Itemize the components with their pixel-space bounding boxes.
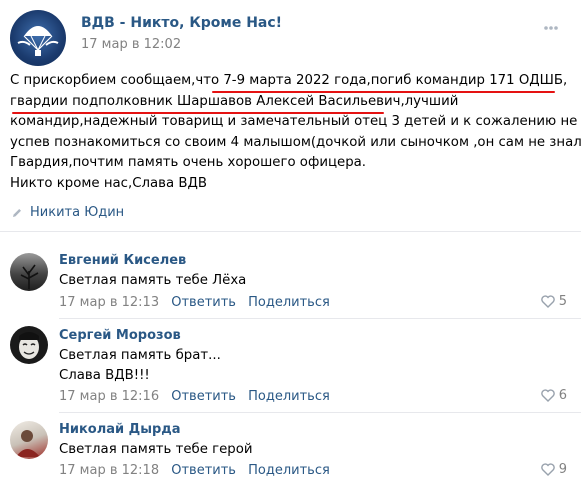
- mask-face-icon: [19, 332, 39, 359]
- like-count: 5: [558, 294, 567, 309]
- post-text: С прискорбием сообщаем,что 7-9 марта 202…: [10, 71, 581, 194]
- comment-text: Слава ВДВ!!!: [59, 368, 150, 383]
- post-text-line: гвардии подполковник Шаршавов Алексей Ва…: [10, 93, 459, 109]
- post-time[interactable]: 17 мар в 12:02: [81, 37, 181, 52]
- red-underline-mark: [212, 91, 555, 93]
- reply-link[interactable]: Ответить: [171, 295, 236, 310]
- post-text-line: С прискорбием сообщаем,что 7-9 марта 202…: [10, 73, 568, 88]
- comment-meta: 17 мар в 12:16 Ответить Поделиться: [59, 389, 330, 404]
- commenter-avatar[interactable]: [10, 421, 48, 459]
- comment-divider: [59, 412, 581, 413]
- comment-text: Светлая память тебе Лёха: [59, 273, 247, 288]
- parachute-emblem-icon: [17, 26, 59, 56]
- post-header: ВДВ - Никто, Кроме Нас! 17 мар в 12:02: [0, 0, 581, 66]
- like-button[interactable]: 6: [540, 388, 567, 403]
- heart-icon: [540, 295, 555, 308]
- share-link[interactable]: Поделиться: [248, 389, 330, 404]
- red-underline-mark: [12, 112, 384, 114]
- commenter-avatar[interactable]: [10, 253, 48, 291]
- commenter-avatar[interactable]: [10, 326, 48, 364]
- commenter-name[interactable]: Сергей Морозов: [59, 328, 181, 343]
- commenter-name[interactable]: Евгений Киселев: [59, 253, 186, 268]
- comment-meta: 17 мар в 12:18 Ответить Поделиться: [59, 463, 330, 478]
- comment-meta: 17 мар в 12:13 Ответить Поделиться: [59, 295, 330, 310]
- post-divider: [0, 231, 581, 232]
- share-link[interactable]: Поделиться: [248, 463, 330, 478]
- post-text-line: Гвардия,почтим память очень хорошего офи…: [10, 155, 367, 170]
- reply-link[interactable]: Ответить: [171, 463, 236, 478]
- post-text-line: Никто кроме нас,Слава ВДВ: [10, 175, 207, 191]
- comment-divider: [59, 318, 581, 319]
- comment-time[interactable]: 17 мар в 12:18: [59, 463, 159, 478]
- more-dots-icon[interactable]: [542, 19, 560, 37]
- post-text-line: командир,надежный товарищ и замечательны…: [10, 114, 578, 129]
- comment-text: Светлая память тебе герой: [59, 442, 253, 457]
- commenter-name[interactable]: Николай Дырда: [59, 422, 181, 437]
- reply-link[interactable]: Ответить: [171, 389, 236, 404]
- like-button[interactable]: 5: [540, 294, 567, 309]
- heart-icon: [540, 389, 555, 402]
- like-button[interactable]: 9: [540, 462, 567, 477]
- group-avatar[interactable]: [10, 10, 66, 66]
- like-count: 6: [558, 388, 567, 403]
- person-photo-icon: [16, 430, 40, 457]
- group-name[interactable]: ВДВ - Никто, Кроме Нас!: [81, 15, 282, 31]
- post-author[interactable]: Никита Юдин: [10, 205, 124, 223]
- heart-icon: [540, 463, 555, 476]
- author-name[interactable]: Никита Юдин: [30, 205, 124, 220]
- post-text-line: успев познакомиться со своим 4 малышом(д…: [10, 134, 581, 150]
- pen-icon: [13, 208, 21, 217]
- like-count: 9: [558, 462, 567, 477]
- comment-time[interactable]: 17 мар в 12:16: [59, 389, 159, 404]
- share-link[interactable]: Поделиться: [248, 295, 330, 310]
- tree-silhouette-icon: [20, 264, 39, 289]
- comment-time[interactable]: 17 мар в 12:13: [59, 295, 159, 310]
- comment-text: Светлая память брат...: [59, 348, 221, 363]
